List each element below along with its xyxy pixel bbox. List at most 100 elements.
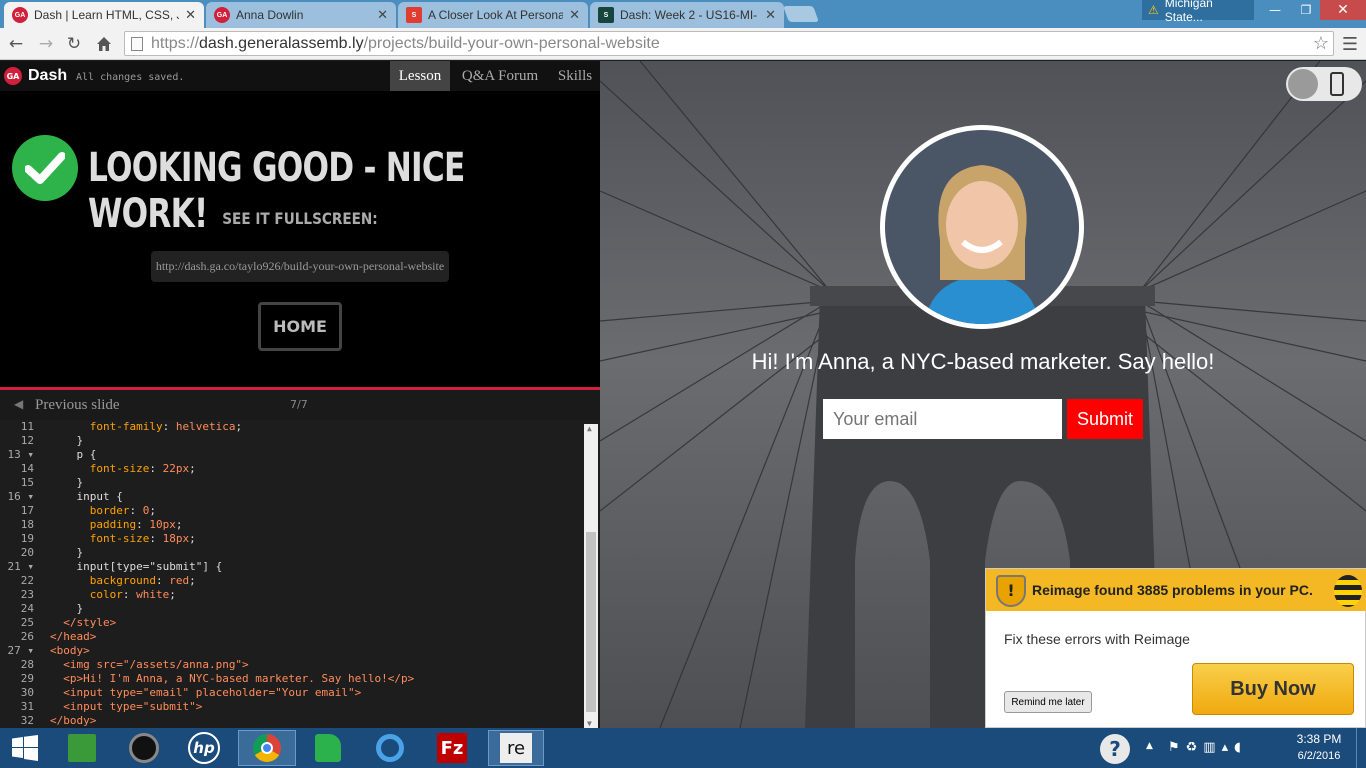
clock-time[interactable]: 3:38 PM (1288, 732, 1350, 746)
device-toggle[interactable] (1286, 67, 1362, 101)
browser-tab-strip: GA Dash | Learn HTML, CSS, J ✕ GA Anna D… (0, 0, 1366, 28)
restore-icon[interactable]: ❐ (1292, 0, 1320, 20)
clock-date[interactable]: 6/2/2016 (1288, 750, 1350, 762)
line-number: 12 (20, 434, 34, 447)
line-number: 14 (20, 462, 34, 475)
close-window-icon[interactable]: ✕ (1320, 0, 1366, 20)
code-line[interactable]: font-family: helvetica; (50, 420, 242, 433)
code-line[interactable]: p { (50, 448, 96, 461)
tab-title: Dash: Week 2 - US16-MI- (620, 8, 758, 22)
warning-icon: ⚠ (1148, 3, 1159, 17)
chrome-icon[interactable] (238, 730, 296, 766)
line-number: 11 (20, 420, 34, 433)
browser-toolbar: ← → ↻ https:// dash.generalassemb.ly /pr… (0, 28, 1366, 60)
reimage-taskbar-icon[interactable]: re (488, 730, 544, 766)
email-input[interactable] (823, 399, 1062, 439)
address-bar[interactable]: https:// dash.generalassemb.ly /projects… (124, 31, 1334, 56)
minimize-icon[interactable]: — (1258, 0, 1292, 20)
previous-slide-link[interactable]: Previous slide (35, 397, 120, 414)
scroll-down-icon[interactable]: ▼ (587, 719, 592, 728)
code-line[interactable]: <input type="submit"> (50, 700, 202, 713)
code-line[interactable]: <p>Hi! I'm Anna, a NYC-based marketer. S… (50, 672, 414, 685)
home-button[interactable]: HOME (258, 302, 342, 351)
code-editor[interactable]: 11 font-family: helvetica; 12 } 13 ▾ p {14… (0, 420, 600, 728)
windows-taskbar: hp Fz re ? ▲ ⚑♻▥▴◖ 3:38 PM 6/2/2016 (0, 728, 1366, 768)
line-number: 26 (20, 630, 34, 643)
code-line[interactable]: } (50, 476, 83, 489)
submit-button[interactable]: Submit (1067, 399, 1143, 439)
code-line[interactable]: } (50, 602, 83, 615)
back-icon[interactable]: ← (4, 32, 28, 56)
popup-title: Reimage found 3885 problems in your PC. (1032, 582, 1313, 598)
filezilla-icon[interactable]: Fz (426, 730, 478, 766)
close-tab-icon[interactable]: ✕ (765, 7, 776, 23)
scrollbar-thumb[interactable] (586, 532, 596, 712)
camera-app-icon[interactable] (118, 730, 170, 766)
code-line[interactable]: <body> (50, 644, 90, 657)
system-tray-icons[interactable]: ⚑♻▥▴◖ (1168, 740, 1247, 755)
buy-now-button[interactable]: Buy Now (1192, 663, 1354, 715)
reload-icon[interactable]: ↻ (62, 32, 86, 56)
show-desktop-button[interactable] (1356, 728, 1366, 768)
code-line[interactable]: color: white; (50, 588, 176, 601)
tab-anna-dowlin[interactable]: GA Anna Dowlin ✕ (206, 2, 396, 28)
fullscreen-url-link[interactable]: http://dash.ga.co/taylo926/build-your-ow… (151, 251, 449, 282)
nav-lesson[interactable]: Lesson (390, 61, 450, 91)
shield-warning-icon: ! (996, 575, 1026, 607)
code-line[interactable]: input[type="submit"] { (50, 560, 222, 573)
profile-label: Michigan State... (1164, 0, 1213, 24)
chevron-left-icon[interactable]: ◀ (14, 397, 23, 411)
avatar (880, 125, 1084, 329)
code-line[interactable]: </body> (50, 714, 96, 727)
menu-icon[interactable]: ☰ (1338, 32, 1362, 56)
code-line[interactable]: font-size: 22px; (50, 462, 196, 475)
line-number: 22 (20, 574, 34, 587)
code-line[interactable]: <input type="email" placeholder="Your em… (50, 686, 361, 699)
code-line[interactable]: </style> (50, 616, 116, 629)
windows-start-icon[interactable] (0, 730, 50, 766)
code-line[interactable]: border: 0; (50, 504, 156, 517)
page-icon (131, 36, 143, 51)
code-line[interactable]: </head> (50, 630, 96, 643)
tab-dash[interactable]: GA Dash | Learn HTML, CSS, J ✕ (4, 2, 204, 28)
line-number: 16 ▾ (7, 490, 35, 503)
ie-icon[interactable] (364, 730, 416, 766)
close-tab-icon[interactable]: ✕ (569, 7, 580, 23)
tab-closer-look[interactable]: S A Closer Look At Personal ✕ (398, 2, 588, 28)
close-tab-icon[interactable]: ✕ (185, 7, 196, 23)
popup-body: Fix these errors with Reimage (1004, 631, 1190, 647)
tab-dash-week2[interactable]: S Dash: Week 2 - US16-MI- ✕ (590, 2, 784, 28)
home-icon[interactable] (92, 32, 116, 56)
help-icon[interactable]: ? (1100, 734, 1130, 764)
hp-icon[interactable]: hp (178, 730, 230, 766)
line-number: 25 (20, 616, 34, 629)
bookmark-star-icon[interactable]: ☆ (1313, 33, 1329, 54)
code-line[interactable]: } (50, 546, 83, 559)
editor-scrollbar[interactable]: ▲ ▼ (584, 424, 598, 728)
line-number: 15 (20, 476, 34, 489)
feedly-icon[interactable] (302, 730, 354, 766)
url-path: /projects/build-your-own-personal-websit… (363, 34, 660, 52)
profile-button[interactable]: ⚠ Michigan State... (1142, 0, 1254, 24)
forward-icon[interactable]: → (34, 32, 58, 56)
show-hidden-icons-icon[interactable]: ▲ (1146, 741, 1153, 751)
mobile-phone-icon (1330, 72, 1344, 96)
code-line[interactable]: font-size: 18px; (50, 532, 196, 545)
line-number: 30 (20, 686, 34, 699)
nav-qa-forum[interactable]: Q&A Forum (454, 61, 546, 91)
code-line[interactable]: input { (50, 490, 122, 503)
close-tab-icon[interactable]: ✕ (377, 7, 388, 23)
code-line[interactable]: } (50, 434, 83, 447)
remind-later-button[interactable]: Remind me later (1004, 691, 1092, 713)
ga-logo-icon: GA (4, 67, 22, 85)
dash-app-bar: GA Dash All changes saved. Lesson Q&A Fo… (0, 61, 600, 91)
scroll-up-icon[interactable]: ▲ (587, 424, 592, 433)
url-host: dash.generalassemb.ly (199, 34, 364, 52)
nav-skills[interactable]: Skills (550, 61, 600, 91)
code-line[interactable]: <img src="/assets/anna.png"> (50, 658, 248, 671)
code-line[interactable]: background: red; (50, 574, 196, 587)
new-tab-button[interactable] (783, 6, 819, 22)
code-line[interactable]: padding: 10px; (50, 518, 183, 531)
line-number: 19 (20, 532, 34, 545)
store-icon[interactable] (56, 730, 108, 766)
